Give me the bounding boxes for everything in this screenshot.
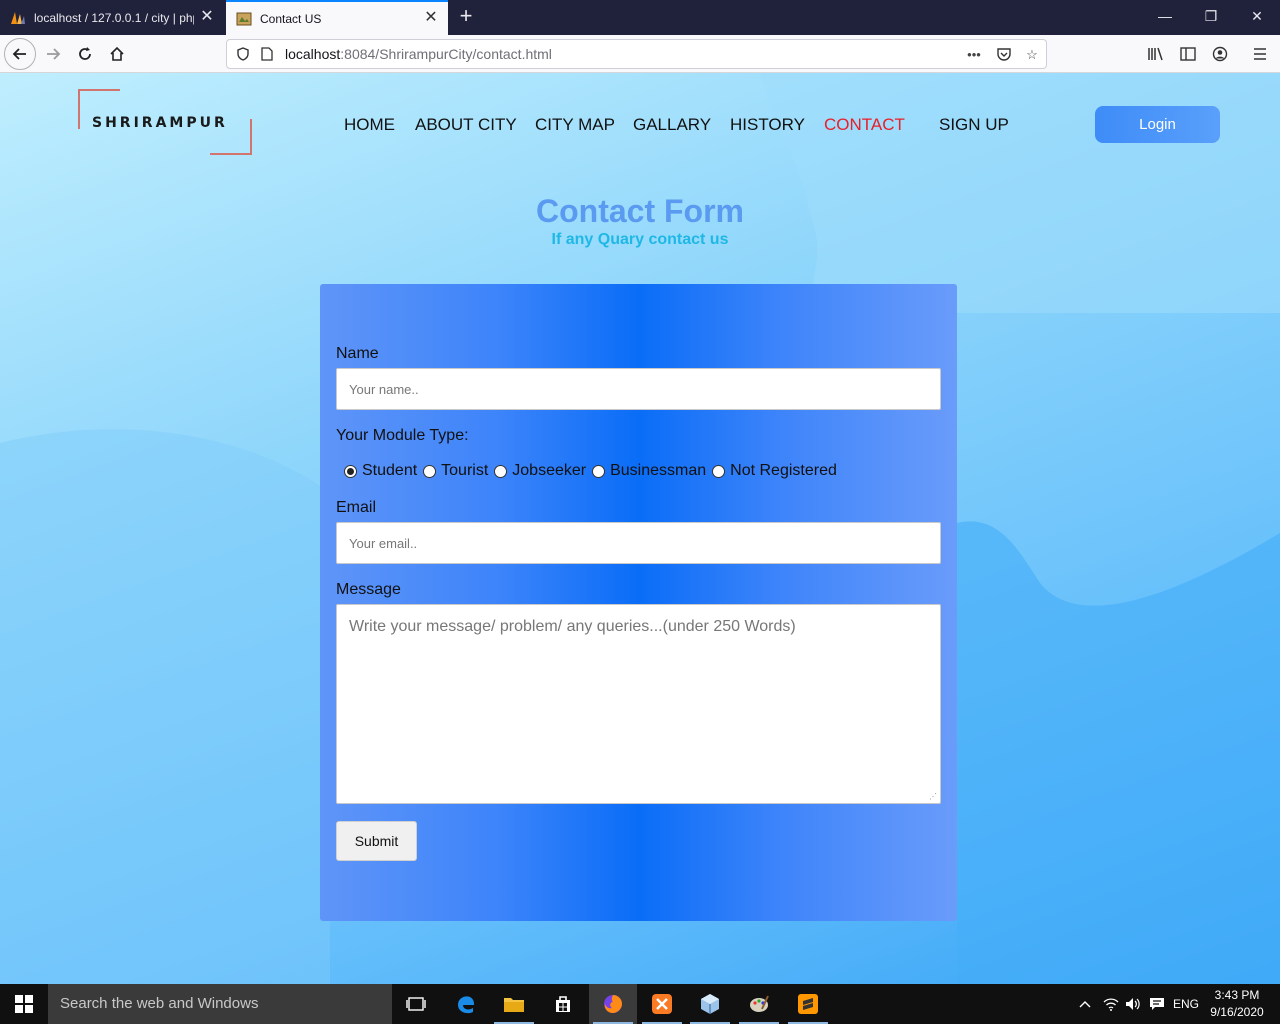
forward-arrow-icon [47, 48, 61, 60]
edge-icon[interactable] [442, 984, 490, 1024]
nav-about-city[interactable]: ABOUT CITY [415, 115, 517, 135]
paint-icon[interactable] [735, 984, 783, 1024]
new-tab-button[interactable]: + [452, 4, 480, 30]
radio-jobseeker[interactable]: Jobseeker [494, 462, 592, 480]
home-button[interactable] [101, 38, 133, 70]
task-view-icon[interactable] [392, 984, 440, 1024]
back-button[interactable] [4, 38, 36, 70]
library-icon [1148, 47, 1163, 61]
page-info-icon[interactable] [259, 46, 275, 62]
radio-label: Tourist [441, 462, 489, 479]
site-favicon-icon [236, 11, 252, 27]
tab-title: Contact US [260, 11, 322, 26]
firefox-icon[interactable] [589, 984, 637, 1024]
input-language[interactable]: ENG [1170, 984, 1202, 1024]
menu-button[interactable] [1244, 38, 1276, 70]
virtualbox-icon[interactable] [686, 984, 734, 1024]
phpmyadmin-icon [10, 10, 26, 26]
tab-title: localhost / 127.0.0.1 / city | php [34, 10, 194, 25]
clock-time: 3:43 PM [1214, 988, 1260, 1002]
pocket-icon[interactable] [995, 46, 1013, 64]
tab-contact-us[interactable]: Contact US ✕ [226, 0, 448, 35]
windows-taskbar: Search the web and Windows ENG 3:43 PM 9… [0, 984, 1280, 1024]
page-actions-icon[interactable]: ••• [965, 46, 983, 64]
browser-tabstrip: localhost / 127.0.0.1 / city | php ✕ Con… [0, 0, 1280, 35]
action-center-icon[interactable] [1146, 984, 1168, 1024]
email-input[interactable]: Your email.. [336, 522, 941, 564]
radio-button[interactable] [592, 464, 606, 478]
radio-button[interactable] [712, 464, 726, 478]
message-placeholder: Write your message/ problem/ any queries… [349, 618, 796, 635]
radio-button[interactable] [423, 464, 437, 478]
taskbar-search[interactable]: Search the web and Windows [48, 984, 392, 1024]
radio-businessman[interactable]: Businessman [592, 462, 712, 480]
account-button[interactable] [1204, 38, 1236, 70]
account-icon [1212, 46, 1228, 62]
name-input[interactable]: Your name.. [336, 368, 941, 410]
url-text: localhost:8084/ShrirampurCity/contact.ht… [285, 46, 552, 62]
store-icon[interactable] [539, 984, 587, 1024]
page-viewport: SHRIRAMPUR HOME ABOUT CITY CITY MAP GALL… [0, 73, 1280, 984]
radio-not-registered[interactable]: Not Registered [712, 462, 843, 480]
tracking-shield-icon[interactable] [235, 46, 251, 62]
sidebar-button[interactable] [1172, 38, 1204, 70]
address-bar[interactable]: localhost:8084/ShrirampurCity/contact.ht… [226, 39, 1047, 69]
back-arrow-icon [12, 48, 26, 60]
forward-button[interactable] [37, 38, 69, 70]
message-label: Message [336, 581, 401, 598]
system-clock[interactable]: 3:43 PM 9/16/2020 [1204, 987, 1270, 1021]
nav-city-map[interactable]: CITY MAP [535, 115, 615, 135]
show-hidden-icons-chevron-icon[interactable] [1074, 984, 1096, 1024]
nav-home[interactable]: HOME [344, 115, 395, 135]
close-tab-icon[interactable]: ✕ [422, 9, 440, 27]
radio-tourist[interactable]: Tourist [423, 462, 494, 480]
url-host: localhost [285, 46, 341, 62]
bookmark-star-icon[interactable]: ☆ [1023, 46, 1041, 64]
radio-student[interactable]: Student [344, 462, 423, 480]
reload-button[interactable] [69, 38, 101, 70]
close-tab-icon[interactable]: ✕ [198, 8, 216, 26]
contact-form: Name Your name.. Your Module Type: Stude… [320, 284, 957, 921]
page-title: Contact Form [536, 193, 744, 229]
nav-contact[interactable]: CONTACT [824, 115, 905, 135]
email-label: Email [336, 499, 377, 516]
hamburger-menu-icon [1254, 48, 1266, 60]
volume-icon[interactable] [1122, 984, 1144, 1024]
sublime-text-icon[interactable] [784, 984, 832, 1024]
main-nav: HOME ABOUT CITY CITY MAP GALLARY HISTORY… [0, 115, 1280, 135]
home-icon [110, 46, 124, 61]
minimize-button[interactable]: — [1142, 0, 1188, 35]
message-textarea[interactable]: Write your message/ problem/ any queries… [336, 604, 941, 804]
tab-phpmyadmin[interactable]: localhost / 127.0.0.1 / city | php ✕ [0, 0, 224, 35]
module-type-label: Your Module Type: [336, 427, 469, 444]
windows-logo-icon [15, 995, 33, 1013]
resize-handle-icon[interactable]: ⋰ [929, 792, 938, 801]
submit-button[interactable]: Submit [336, 821, 417, 861]
nav-sign-up[interactable]: SIGN UP [939, 115, 1009, 135]
library-button[interactable] [1140, 38, 1172, 70]
file-explorer-icon[interactable] [490, 984, 538, 1024]
close-window-button[interactable]: ✕ [1234, 0, 1280, 35]
clock-date: 9/16/2020 [1210, 1005, 1264, 1019]
nav-history[interactable]: HISTORY [730, 115, 805, 135]
start-button[interactable] [0, 984, 48, 1024]
page-subtitle: If any Quary contact us [551, 231, 729, 248]
reload-icon [79, 47, 91, 60]
radio-label: Jobseeker [512, 462, 587, 479]
xampp-icon[interactable] [638, 984, 686, 1024]
sidebar-icon [1180, 47, 1196, 61]
radio-label: Businessman [610, 462, 707, 479]
wifi-icon[interactable] [1100, 984, 1122, 1024]
nav-gallary[interactable]: GALLARY [633, 115, 711, 135]
radio-label: Student [362, 462, 418, 479]
login-button[interactable]: Login [1095, 106, 1220, 143]
url-path: :8084/ShrirampurCity/contact.html [340, 46, 552, 62]
restore-button[interactable]: ❐ [1188, 0, 1234, 35]
radio-label: Not Registered [730, 462, 837, 479]
radio-button-checked[interactable] [344, 464, 357, 478]
module-type-radio-group: Student Tourist Jobseeker Businessman No… [344, 462, 843, 480]
radio-button[interactable] [494, 464, 508, 478]
browser-toolbar: localhost:8084/ShrirampurCity/contact.ht… [0, 35, 1280, 73]
name-label: Name [336, 345, 379, 362]
